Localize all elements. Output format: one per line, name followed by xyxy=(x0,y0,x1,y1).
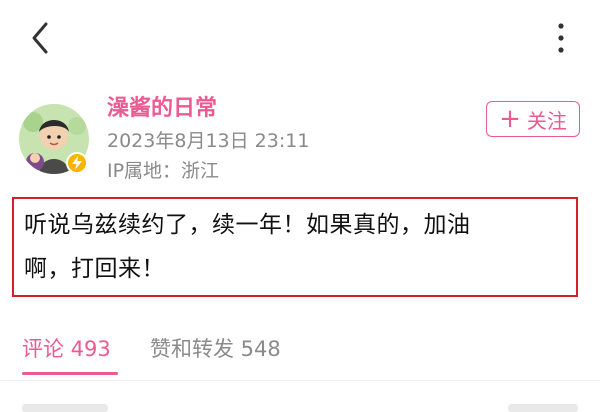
tab-likes-reposts[interactable]: 赞和转发 548 xyxy=(150,334,281,364)
more-vertical-icon xyxy=(558,23,564,53)
verified-badge xyxy=(66,152,88,174)
active-tab-indicator xyxy=(22,372,118,375)
chevron-left-icon xyxy=(32,22,48,54)
plus-icon: + xyxy=(499,104,521,134)
post-content: 听说乌兹续约了，续一年！如果真的，加油 啊，打回来！ xyxy=(24,203,572,291)
divider xyxy=(0,380,600,381)
post-line-1: 听说乌兹续约了，续一年！如果真的，加油 xyxy=(24,212,471,238)
lightning-icon xyxy=(72,156,82,170)
ip-location: IP属地：浙江 xyxy=(107,160,220,182)
follow-label: 关注 xyxy=(526,108,567,133)
more-button[interactable] xyxy=(548,18,574,58)
post-line-2: 啊，打回来！ xyxy=(24,256,165,282)
author-name[interactable]: 澡酱的日常 xyxy=(107,94,217,124)
post-timestamp: 2023年8月13日 23:11 xyxy=(107,130,310,152)
follow-button[interactable]: + 关注 xyxy=(486,101,580,137)
comment-preview-placeholder xyxy=(22,404,108,412)
back-button[interactable] xyxy=(22,18,62,62)
post-detail-page: 澡酱的日常 2023年8月13日 23:11 IP属地：浙江 + 关注 听说乌兹… xyxy=(0,0,600,412)
tab-comments[interactable]: 评论 493 xyxy=(22,334,111,364)
sort-placeholder xyxy=(508,404,578,412)
